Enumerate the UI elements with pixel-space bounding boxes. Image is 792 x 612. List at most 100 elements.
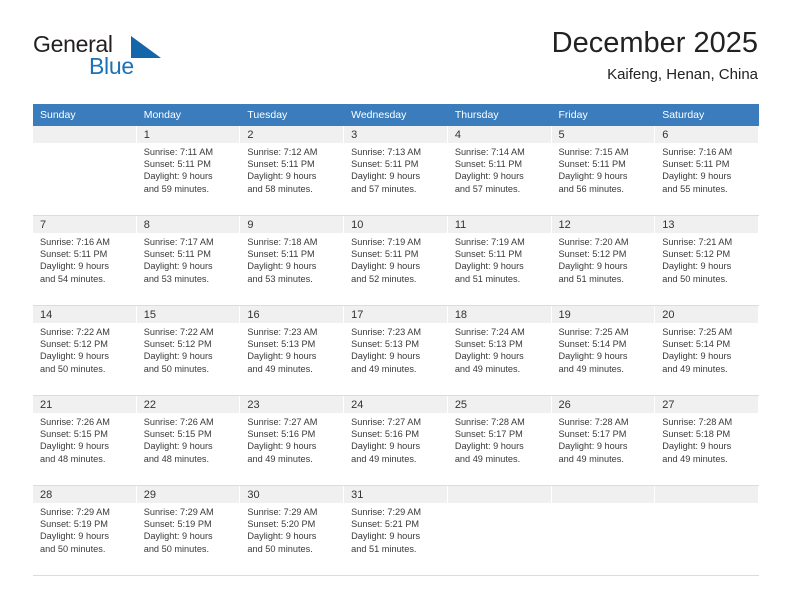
calendar-day-cell[interactable]: 17 Sunrise: 7:23 AM Sunset: 5:13 PM Dayligh… — [344, 305, 448, 396]
calendar-day-cell[interactable]: 18 Sunrise: 7:24 AM Sunset: 5:13 PM Dayligh… — [447, 305, 552, 396]
day-cell-inner: 22 Sunrise: 7:26 AM Sunset: 5:15 PM Dayligh… — [136, 396, 241, 485]
calendar-day-cell[interactable]: 24 Sunrise: 7:27 AM Sunset: 5:16 PM Dayligh… — [344, 395, 448, 486]
calendar-day-cell[interactable]: 25 Sunrise: 7:28 AM Sunset: 5:17 PM Dayligh… — [447, 395, 552, 486]
daylight-duration-line2: and 49 minutes. — [662, 453, 728, 464]
title-block: December 2025 Kaifeng, Henan, China — [552, 26, 758, 86]
calendar-day-cell[interactable]: 5 Sunrise: 7:15 AM Sunset: 5:11 PM Daylight… — [551, 126, 656, 216]
day-number: 22 — [136, 396, 240, 413]
calendar-day-cell[interactable]: 26 Sunrise: 7:28 AM Sunset: 5:17 PM Dayligh… — [551, 395, 656, 486]
day-sun-info: Sunrise: 7:26 AM Sunset: 5:15 PM Daylight:… — [33, 413, 136, 465]
day-number: 7 — [33, 216, 136, 233]
sunrise-time: Sunrise: 7:27 AM — [351, 417, 422, 427]
calendar-day-cell[interactable]: 11 Sunrise: 7:19 AM Sunset: 5:11 PM Dayligh… — [447, 215, 552, 306]
daylight-duration-line2: and 48 minutes. — [40, 453, 106, 464]
daylight-duration-line2: and 54 minutes. — [40, 273, 106, 284]
calendar-day-cell[interactable]: 8 Sunrise: 7:17 AM Sunset: 5:11 PM Daylight… — [136, 215, 241, 306]
calendar-day-cell[interactable]: 10 Sunrise: 7:19 AM Sunset: 5:11 PM Dayligh… — [344, 215, 448, 306]
day-cell-inner: 17 Sunrise: 7:23 AM Sunset: 5:13 PM Dayligh… — [344, 306, 448, 395]
calendar-day-cell[interactable]: 3 Sunrise: 7:13 AM Sunset: 5:11 PM Daylight… — [344, 126, 448, 216]
calendar-day-cell[interactable]: 22 Sunrise: 7:26 AM Sunset: 5:15 PM Dayligh… — [136, 395, 241, 486]
sunrise-time: Sunrise: 7:19 AM — [454, 237, 525, 247]
day-cell-inner: 4 Sunrise: 7:14 AM Sunset: 5:11 PM Daylight… — [447, 126, 552, 215]
sunset-time: Sunset: 5:17 PM — [558, 429, 627, 440]
calendar-day-cell — [551, 485, 656, 576]
sunrise-time: Sunrise: 7:25 AM — [662, 327, 733, 337]
day-cell-inner: 14 Sunrise: 7:22 AM Sunset: 5:12 PM Dayligh… — [33, 306, 137, 395]
daylight-duration-line2: and 51 minutes. — [558, 273, 624, 284]
calendar-day-cell[interactable]: 1 Sunrise: 7:11 AM Sunset: 5:11 PM Daylight… — [136, 126, 241, 216]
day-number: 20 — [655, 306, 758, 323]
calendar-day-cell[interactable]: 29 Sunrise: 7:29 AM Sunset: 5:19 PM Dayligh… — [136, 485, 241, 576]
day-cell-inner: 26 Sunrise: 7:28 AM Sunset: 5:17 PM Dayligh… — [551, 396, 656, 485]
sunset-time: Sunset: 5:11 PM — [247, 249, 315, 260]
day-sun-info: Sunrise: 7:12 AM Sunset: 5:11 PM Daylight:… — [240, 143, 343, 195]
calendar-day-cell[interactable]: 13 Sunrise: 7:21 AM Sunset: 5:12 PM Dayligh… — [655, 215, 759, 306]
calendar-day-cell[interactable]: 7 Sunrise: 7:16 AM Sunset: 5:11 PM Daylight… — [33, 215, 137, 306]
daylight-duration-line2: and 49 minutes. — [662, 363, 728, 374]
day-cell-inner — [33, 126, 137, 215]
sunset-time: Sunset: 5:17 PM — [454, 429, 523, 440]
day-number: 30 — [240, 486, 344, 503]
calendar-day-cell[interactable]: 4 Sunrise: 7:14 AM Sunset: 5:11 PM Daylight… — [447, 126, 552, 216]
sunrise-time: Sunrise: 7:15 AM — [558, 147, 629, 157]
daylight-duration-line2: and 57 minutes. — [351, 183, 417, 194]
calendar-day-cell[interactable]: 20 Sunrise: 7:25 AM Sunset: 5:14 PM Dayligh… — [655, 305, 759, 396]
sunset-time: Sunset: 5:12 PM — [143, 339, 212, 350]
calendar-day-cell[interactable]: 15 Sunrise: 7:22 AM Sunset: 5:12 PM Dayligh… — [136, 305, 241, 396]
sunrise-time: Sunrise: 7:29 AM — [40, 507, 110, 517]
day-number: 13 — [655, 216, 758, 233]
day-cell-inner: 18 Sunrise: 7:24 AM Sunset: 5:13 PM Dayligh… — [447, 306, 552, 395]
calendar-day-cell[interactable]: 6 Sunrise: 7:16 AM Sunset: 5:11 PM Daylight… — [655, 126, 759, 216]
day-number: 23 — [240, 396, 344, 413]
calendar-week-row: 1 Sunrise: 7:11 AM Sunset: 5:11 PM Daylight… — [33, 126, 759, 216]
day-sun-info: Sunrise: 7:29 AM Sunset: 5:19 PM Daylight:… — [137, 503, 240, 555]
calendar-day-cell[interactable]: 19 Sunrise: 7:25 AM Sunset: 5:14 PM Dayligh… — [551, 305, 656, 396]
sunset-time: Sunset: 5:16 PM — [351, 429, 420, 440]
day-number — [33, 126, 136, 143]
calendar-day-cell[interactable]: 9 Sunrise: 7:18 AM Sunset: 5:11 PM Daylight… — [240, 215, 345, 306]
day-number: 4 — [447, 126, 551, 143]
calendar-day-cell[interactable]: 23 Sunrise: 7:27 AM Sunset: 5:16 PM Dayligh… — [240, 395, 345, 486]
day-sun-info: Sunrise: 7:19 AM Sunset: 5:11 PM Daylight:… — [448, 233, 551, 285]
day-number — [447, 486, 551, 503]
day-sun-info: Sunrise: 7:25 AM Sunset: 5:14 PM Daylight:… — [655, 323, 758, 375]
calendar-day-cell[interactable]: 2 Sunrise: 7:12 AM Sunset: 5:11 PM Daylight… — [240, 126, 345, 216]
daylight-duration-line1: Daylight: 9 hours — [40, 441, 109, 452]
calendar-day-cell[interactable]: 30 Sunrise: 7:29 AM Sunset: 5:20 PM Dayligh… — [240, 485, 345, 576]
day-sun-info: Sunrise: 7:29 AM Sunset: 5:21 PM Daylight:… — [344, 503, 447, 555]
day-number: 8 — [136, 216, 240, 233]
calendar-day-cell[interactable]: 21 Sunrise: 7:26 AM Sunset: 5:15 PM Dayligh… — [33, 395, 137, 486]
daylight-duration-line1: Daylight: 9 hours — [143, 531, 213, 542]
page-title: December 2025 — [551, 27, 758, 59]
day-cell-inner — [551, 486, 656, 575]
day-cell-inner: 5 Sunrise: 7:15 AM Sunset: 5:11 PM Daylight… — [551, 126, 656, 215]
calendar-day-cell[interactable]: 31 Sunrise: 7:29 AM Sunset: 5:21 PM Dayligh… — [344, 485, 448, 576]
day-cell-inner: 28 Sunrise: 7:29 AM Sunset: 5:19 PM Dayligh… — [33, 486, 137, 575]
day-sun-info — [448, 503, 551, 506]
sunrise-time: Sunrise: 7:11 AM — [143, 147, 213, 157]
daylight-duration-line2: and 50 minutes. — [40, 543, 106, 554]
day-number: 26 — [551, 396, 655, 413]
sunrise-time: Sunrise: 7:26 AM — [40, 417, 110, 427]
day-number: 28 — [33, 486, 136, 503]
sunrise-time: Sunrise: 7:24 AM — [454, 327, 525, 337]
daylight-duration-line2: and 48 minutes. — [143, 453, 210, 464]
calendar-day-cell[interactable]: 28 Sunrise: 7:29 AM Sunset: 5:19 PM Dayligh… — [33, 485, 137, 576]
day-cell-inner — [447, 486, 552, 575]
day-cell-inner: 25 Sunrise: 7:28 AM Sunset: 5:17 PM Dayligh… — [447, 396, 552, 485]
day-cell-inner: 3 Sunrise: 7:13 AM Sunset: 5:11 PM Daylight… — [344, 126, 448, 215]
calendar-day-cell[interactable]: 16 Sunrise: 7:23 AM Sunset: 5:13 PM Dayligh… — [240, 305, 345, 396]
day-cell-inner: 10 Sunrise: 7:19 AM Sunset: 5:11 PM Dayligh… — [344, 216, 448, 305]
day-cell-inner: 2 Sunrise: 7:12 AM Sunset: 5:11 PM Daylight… — [240, 126, 345, 215]
sunrise-time: Sunrise: 7:16 AM — [662, 147, 733, 157]
daylight-duration-line2: and 50 minutes. — [40, 363, 106, 374]
calendar-day-cell[interactable]: 12 Sunrise: 7:20 AM Sunset: 5:12 PM Dayligh… — [551, 215, 656, 306]
day-number: 5 — [551, 126, 655, 143]
calendar-day-cell[interactable]: 14 Sunrise: 7:22 AM Sunset: 5:12 PM Dayligh… — [33, 305, 137, 396]
day-sun-info: Sunrise: 7:29 AM Sunset: 5:19 PM Daylight:… — [33, 503, 136, 555]
sunset-time: Sunset: 5:12 PM — [662, 249, 731, 260]
general-blue-logo[interactable]: General Blue — [33, 31, 233, 83]
calendar-day-cell[interactable]: 27 Sunrise: 7:28 AM Sunset: 5:18 PM Dayligh… — [655, 395, 759, 486]
sunset-time: Sunset: 5:13 PM — [247, 339, 316, 350]
sunset-time: Sunset: 5:14 PM — [662, 339, 731, 350]
